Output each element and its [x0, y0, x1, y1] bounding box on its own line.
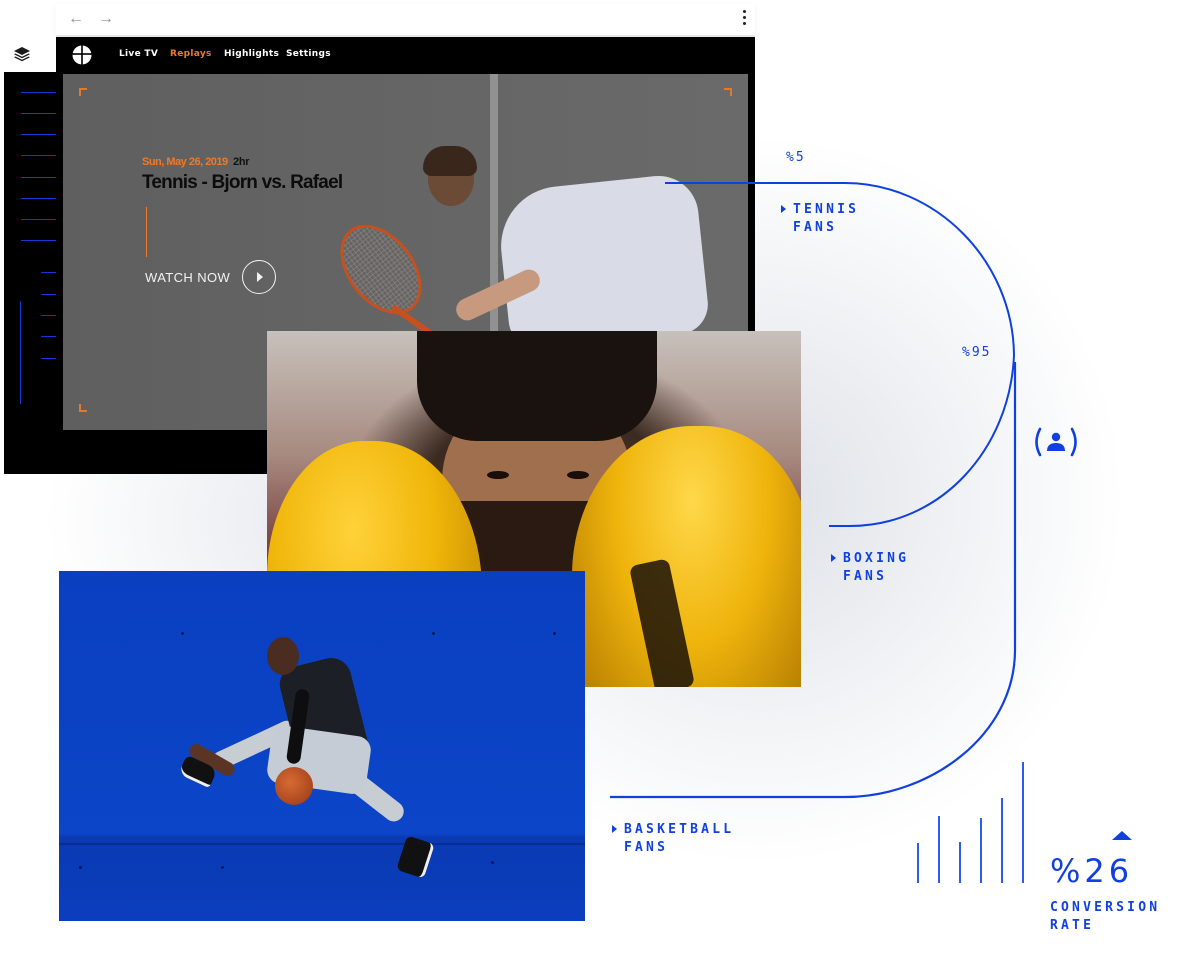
boxer-hair	[417, 331, 657, 441]
ruler-tick	[41, 358, 56, 359]
corner-bracket-icon	[79, 88, 87, 96]
ruler-tick	[21, 177, 56, 178]
kebab-menu-icon[interactable]	[741, 10, 747, 30]
wall-seam	[59, 843, 585, 845]
tennis-racket	[323, 209, 439, 330]
conversion-bar	[1001, 798, 1003, 883]
ruler-tick	[41, 315, 56, 316]
corner-bracket-icon	[79, 404, 87, 412]
nav-replays[interactable]: Replays	[170, 49, 212, 59]
boxer-eye	[487, 471, 509, 479]
layers-icon[interactable]	[13, 45, 31, 63]
tennis-player-hair	[423, 146, 477, 176]
event-title: Tennis - Bjorn vs. Rafael	[142, 172, 343, 193]
caret-right-icon	[612, 825, 617, 833]
caret-right-icon	[831, 554, 836, 562]
segment-name: BOXING	[843, 551, 910, 566]
ruler-tick	[21, 219, 56, 220]
browser-toolbar: ← →	[56, 4, 755, 37]
back-arrow-icon[interactable]: ←	[68, 11, 86, 27]
boxing-percent: %95	[962, 345, 992, 360]
nav-live-tv[interactable]: Live TV	[119, 49, 158, 59]
accent-divider	[146, 207, 147, 257]
top-navigation: Live TV Replays Highlights Settings	[56, 37, 755, 73]
wall-rivet	[491, 861, 494, 864]
boxing-fans-label[interactable]: BOXING FANS	[831, 550, 910, 586]
basketball-fan-photo	[59, 571, 585, 921]
player-shoe	[396, 835, 435, 879]
nav-settings[interactable]: Settings	[286, 49, 331, 59]
basketball-fans-label[interactable]: BASKETBALL FANS	[612, 821, 735, 857]
ruler-tick	[21, 155, 56, 156]
caret-right-icon	[781, 205, 786, 213]
wall-rivet	[432, 632, 435, 635]
segment-name: FANS	[843, 569, 888, 584]
trend-up-icon	[1112, 831, 1132, 840]
wall-rivet	[553, 632, 556, 635]
conversion-bar	[917, 843, 919, 883]
ruler-tick	[21, 134, 56, 135]
ruler-tick	[21, 198, 56, 199]
forward-arrow-icon[interactable]: →	[98, 11, 116, 27]
conversion-bar	[938, 816, 940, 883]
player-head	[267, 637, 299, 675]
ruler-vertical-line	[20, 301, 21, 404]
play-icon[interactable]	[242, 260, 277, 294]
wall-rivet	[79, 866, 82, 869]
brand-logo-icon[interactable]	[72, 45, 92, 65]
segment-name: TENNIS	[793, 202, 860, 217]
tennis-fans-label[interactable]: TENNIS FANS	[781, 201, 860, 237]
ruler-tick	[41, 336, 56, 337]
watch-now-button[interactable]: WATCH NOW	[145, 260, 277, 294]
corner-bracket-icon	[724, 88, 732, 96]
timeline-ruler	[4, 73, 56, 413]
layers-panel	[4, 36, 56, 72]
event-date: Sun, May 26, 2019	[142, 156, 228, 168]
conversion-bar	[1022, 762, 1024, 883]
ruler-tick	[41, 272, 56, 273]
conversion-bar	[980, 818, 982, 883]
watch-now-label: WATCH NOW	[145, 269, 231, 285]
ruler-tick	[21, 240, 56, 241]
tennis-player-image	[495, 171, 711, 353]
nav-highlights[interactable]: Highlights	[224, 49, 279, 59]
conversion-label-line: CONVERSION	[1050, 900, 1161, 915]
boxer-eye	[567, 471, 589, 479]
ruler-tick	[21, 92, 56, 93]
wall-rivet	[181, 632, 184, 635]
segment-name: FANS	[624, 840, 669, 855]
event-duration: 2hr	[233, 156, 250, 168]
conversion-rate-label: CONVERSION RATE	[1050, 899, 1160, 935]
ruler-tick	[41, 294, 56, 295]
conversion-bar	[959, 842, 961, 883]
segment-name: FANS	[793, 220, 838, 235]
basketball	[275, 767, 313, 805]
wall-rivet	[221, 866, 224, 869]
tennis-percent: %5	[786, 150, 806, 165]
conversion-label-line: RATE	[1050, 918, 1095, 933]
user-icon[interactable]	[1032, 426, 1080, 458]
conversion-rate-value: %26	[1050, 852, 1134, 890]
ruler-tick	[21, 113, 56, 114]
segment-name: BASKETBALL	[624, 822, 735, 837]
